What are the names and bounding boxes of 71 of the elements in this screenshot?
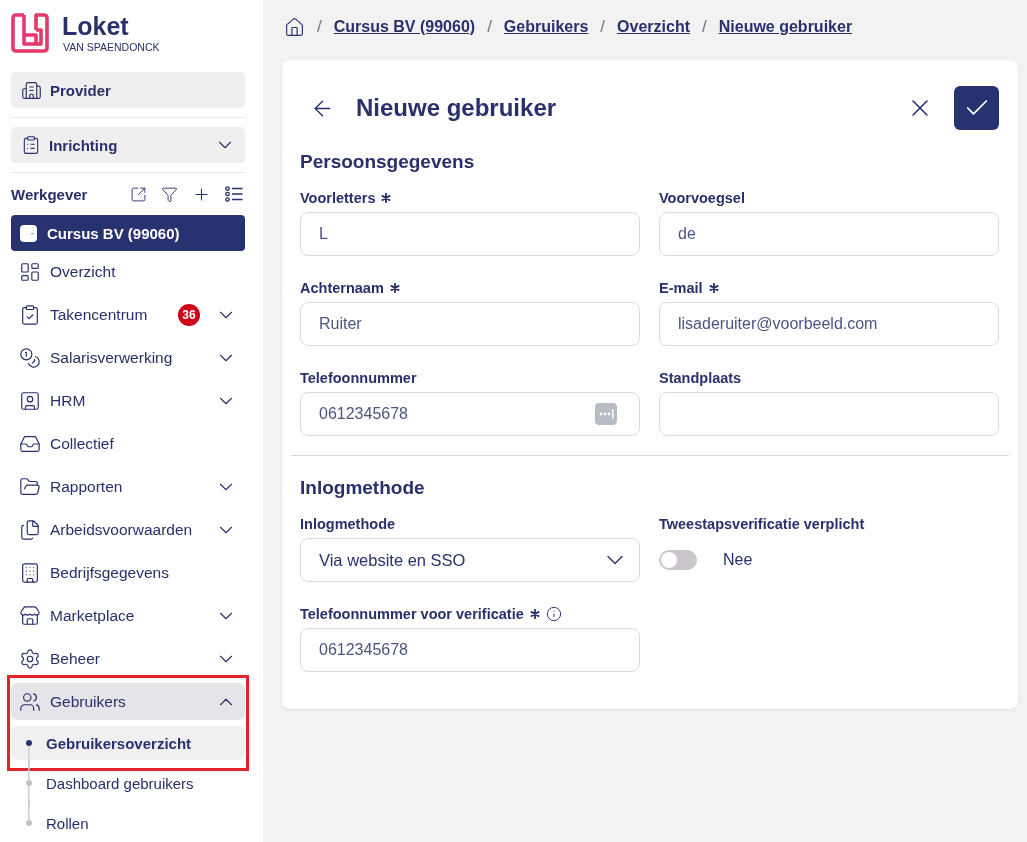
section-title: Inlogmethode [300,476,426,500]
nav-item[interactable]: Overzicht [11,253,245,290]
breadcrumb-separator: / [487,17,492,37]
nav-item[interactable]: Bedrijfsgegevens [11,554,245,591]
text-input[interactable]: lisaderuiter@voorbeeld.com [659,302,999,346]
nav-item[interactable]: Marketplace [11,597,245,634]
nav-item[interactable]: Beheer [11,640,245,677]
field-label: E-mail [659,280,703,296]
text-input[interactable]: 0612345678 [300,392,640,436]
section-title: Werkgever [11,185,88,203]
documents-icon [19,518,41,541]
nav-item[interactable]: Arbeidsvoorwaarden [11,511,245,548]
nav-item[interactable]: Collectief [11,425,245,462]
settings-icon [19,647,41,670]
select-field[interactable]: Via website en SSO [300,538,640,582]
home-icon[interactable] [284,16,305,38]
user-card-icon [19,389,41,412]
brand-logo-icon [11,13,49,53]
breadcrumb-separator: / [317,17,322,37]
building-icon [19,561,41,584]
info-icon[interactable] [545,606,562,622]
sub-nav-item[interactable]: Rollen [11,806,245,840]
company-logo-icon [20,224,37,242]
breadcrumb-link[interactable]: Cursus BV (99060) [333,18,476,36]
text-input[interactable]: 0612345678 [300,628,640,672]
section-title: Persoonsgegevens [300,150,476,174]
users-icon [19,690,41,713]
clipboard-list-icon [21,135,41,155]
nav-item[interactable]: HRM [11,382,245,419]
breadcrumb-link[interactable]: Gebruikers [503,18,589,36]
field-label: Inlogmethode [300,516,396,532]
field-label: Tweestapsverificatie verplicht [659,516,865,532]
sub-nav-item[interactable]: Gebruikersoverzicht [11,726,245,760]
toggle-state-label: Nee [723,551,753,569]
toggle-switch[interactable] [659,550,697,570]
breadcrumb-link[interactable]: Nieuwe gebruiker [718,18,853,36]
breadcrumb-link[interactable]: Overzicht [617,18,690,36]
logo-subtitle: VAN SPAENDONCK [63,40,160,54]
text-input[interactable]: Ruiter [300,302,640,346]
share-icon[interactable] [130,185,147,203]
nav-item[interactable]: Takencentrum 36 [11,296,245,333]
save-button[interactable] [954,86,999,130]
field-label: Achternaam [300,280,384,296]
dashboard-icon [19,260,41,283]
page-title: Nieuwe gebruiker [356,94,557,122]
nav-item[interactable]: Rapporten [11,468,245,505]
breadcrumb-separator: / [600,17,606,37]
employer-item[interactable]: Cursus BV (99060) [11,215,245,251]
field-label: Telefoonnummer voor verificatie [300,606,524,622]
field-label: Telefoonnummer [300,370,417,386]
folder-icon [19,475,41,498]
dropdown-button[interactable]: Inrichting [11,127,245,163]
field-label: Voorletters [300,190,376,206]
count-badge: 36 [178,303,200,326]
filter-icon[interactable] [161,185,178,203]
nav-item[interactable]: Salarisverwerking [11,339,245,376]
store-icon [19,604,41,627]
nav-button[interactable]: Provider [11,72,245,108]
buildings-icon [21,79,42,101]
field-label: Standplaats [659,370,742,386]
breadcrumb-separator: / [702,17,707,37]
text-input[interactable]: de [659,212,999,256]
text-input[interactable]: L [300,212,640,256]
clipboard-check-icon [19,303,41,326]
field-label: Voorvoegsel [659,190,745,206]
list-icon[interactable] [225,186,243,202]
text-input[interactable] [659,392,999,436]
logo-name: Loket [62,12,130,40]
coins-icon [19,346,41,369]
sub-nav-item[interactable]: Dashboard gebruikers [11,766,245,800]
nav-item[interactable]: Gebruikers [11,683,245,720]
